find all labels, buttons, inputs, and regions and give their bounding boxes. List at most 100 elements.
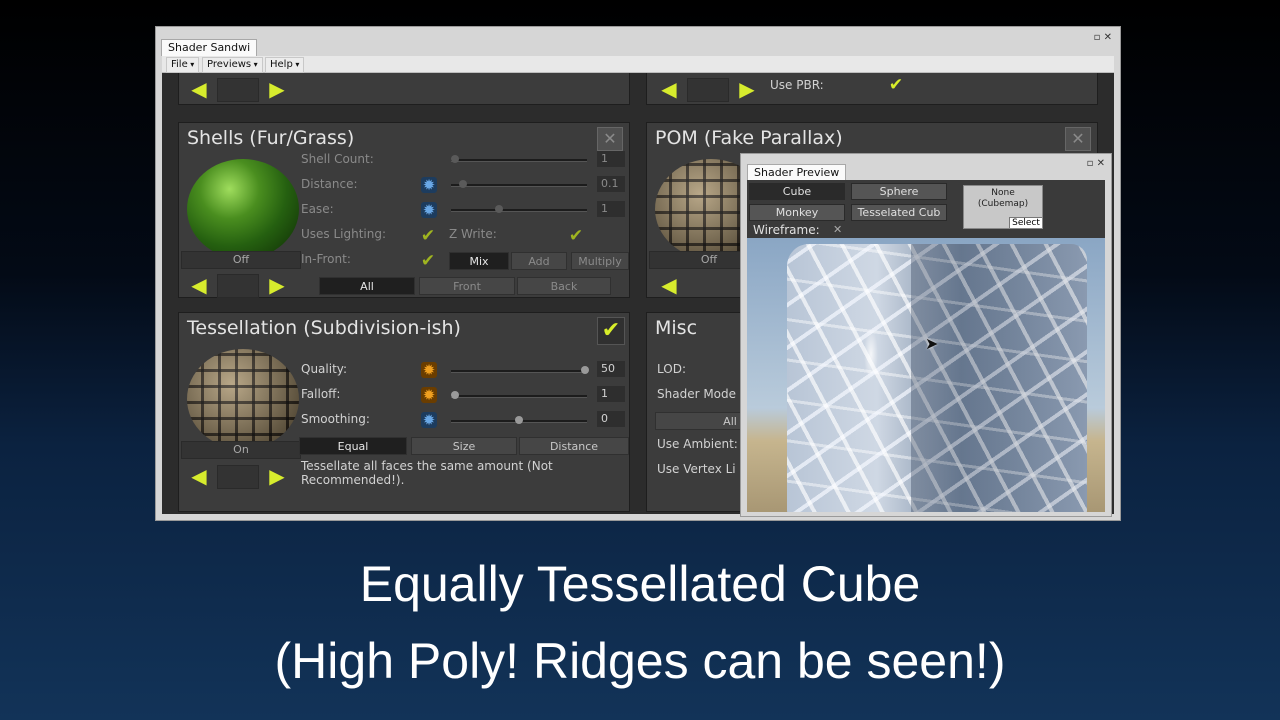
caption-line-2: (High Poly! Ridges can be seen!) (274, 633, 1006, 689)
panel-shells: Shells (Fur/Grass) ✕ Off Shell Count: 1 … (178, 122, 630, 298)
preview-viewport[interactable]: ➤ (747, 238, 1105, 512)
uses-lighting-check-icon[interactable]: ✔ (419, 227, 437, 245)
faces-front-button[interactable]: Front (419, 277, 515, 295)
arrow-right-icon[interactable]: ▶ (729, 78, 765, 100)
falloff-slider[interactable] (451, 395, 587, 398)
in-front-check-icon[interactable]: ✔ (419, 252, 437, 270)
ease-slider[interactable] (451, 209, 587, 212)
shader-preview-tab[interactable]: Shader Preview (747, 164, 847, 181)
faces-all-button[interactable]: All (319, 277, 415, 295)
close-icon[interactable]: ✕ (1065, 127, 1091, 151)
arrow-right-icon[interactable]: ▶ (259, 465, 295, 487)
panel-top-right: ◀ ▶ Use PBR: ✔ (646, 73, 1098, 105)
arrow-slot (687, 78, 729, 102)
arrow-slot (217, 465, 259, 489)
tess-distance-button[interactable]: Distance (519, 437, 629, 455)
ease-value[interactable]: 1 (597, 201, 625, 217)
blend-mix-button[interactable]: Mix (449, 252, 509, 270)
arrow-left-icon[interactable]: ◀ (181, 274, 217, 296)
arrow-left-icon[interactable]: ◀ (651, 78, 687, 100)
mouse-cursor-icon: ➤ (925, 334, 939, 353)
falloff-value[interactable]: 1 (597, 386, 625, 402)
menu-file[interactable]: File (166, 57, 200, 73)
shells-preview-sphere (187, 159, 299, 259)
preview-toolbar: Cube Sphere Monkey Tesselated Cub None (… (747, 180, 1105, 238)
use-vertex-lights-label: Use Vertex Li (657, 462, 736, 476)
tessellation-description: Tessellate all faces the same amount (No… (301, 459, 553, 487)
shell-count-label: Shell Count: (301, 152, 374, 166)
arrow-left-icon[interactable]: ◀ (181, 465, 217, 487)
arrow-left-icon[interactable]: ◀ (651, 274, 687, 296)
slider-knob[interactable] (495, 205, 503, 213)
tessellation-enabled-check-icon[interactable]: ✔ (597, 317, 625, 345)
use-ambient-label: Use Ambient: (657, 437, 738, 451)
arrow-right-icon[interactable]: ▶ (259, 78, 295, 100)
lod-label: LOD: (657, 362, 686, 376)
ease-label: Ease: (301, 202, 334, 216)
faces-back-button[interactable]: Back (517, 277, 611, 295)
cubemap-select-button[interactable]: Select (1009, 217, 1042, 228)
in-front-label: In-Front: (301, 252, 351, 266)
gear-icon[interactable]: ✹ (421, 177, 437, 193)
shape-sphere-button[interactable]: Sphere (851, 183, 947, 200)
shape-tesselated-cube-button[interactable]: Tesselated Cub (851, 204, 947, 221)
tessellation-title: Tessellation (Subdivision-ish) (187, 317, 461, 339)
caption-line-1: Equally Tessellated Cube (359, 556, 921, 612)
shells-preview-label[interactable]: Off (181, 251, 301, 269)
shape-cube-button[interactable]: Cube (749, 183, 845, 200)
window-tab[interactable]: Shader Sandwi (161, 39, 258, 56)
smoothing-value[interactable]: 0 (597, 411, 625, 427)
use-pbr-label: Use PBR: (770, 78, 824, 92)
misc-title: Misc (655, 317, 698, 339)
close-icon[interactable]: ✕ (597, 127, 623, 151)
distance-slider[interactable] (451, 184, 587, 187)
gear-icon[interactable]: ✹ (421, 387, 437, 403)
cubemap-label-text: (Cubemap) (977, 199, 1029, 209)
distance-value[interactable]: 0.1 (597, 176, 625, 192)
gear-icon[interactable]: ✹ (421, 412, 437, 428)
slider-knob[interactable] (451, 155, 459, 163)
arrow-right-icon[interactable]: ▶ (259, 274, 295, 296)
panel-top-left: ◀ ▶ (178, 73, 630, 105)
shape-monkey-button[interactable]: Monkey (749, 204, 845, 221)
cubemap-none-text: None (991, 188, 1015, 198)
quality-slider[interactable] (451, 370, 587, 373)
blend-multiply-button[interactable]: Multiply (571, 252, 629, 270)
menu-bar: File Previews Help (162, 56, 1114, 73)
menu-previews[interactable]: Previews (202, 57, 263, 73)
cubemap-field[interactable]: None (Cubemap) Select (963, 185, 1043, 229)
window-controls[interactable]: ▫ ✕ (1094, 33, 1112, 43)
tess-equal-button[interactable]: Equal (299, 437, 407, 455)
slider-knob[interactable] (451, 391, 459, 399)
falloff-label: Falloff: (301, 387, 341, 401)
use-pbr-check-icon[interactable]: ✔ (887, 76, 905, 94)
shell-count-value[interactable]: 1 (597, 151, 625, 167)
quality-value[interactable]: 50 (597, 361, 625, 377)
uses-lighting-label: Uses Lighting: (301, 227, 387, 241)
arrow-left-icon[interactable]: ◀ (181, 78, 217, 100)
z-write-check-icon[interactable]: ✔ (567, 227, 585, 245)
pom-title: POM (Fake Parallax) (655, 127, 843, 149)
shader-model-label: Shader Mode (657, 387, 737, 401)
arrow-slot (217, 78, 259, 102)
tess-size-button[interactable]: Size (411, 437, 517, 455)
quality-label: Quality: (301, 362, 348, 376)
shell-count-slider[interactable] (451, 159, 587, 162)
slider-knob[interactable] (581, 366, 589, 374)
gear-icon[interactable]: ✹ (421, 202, 437, 218)
gear-icon[interactable]: ✹ (421, 362, 437, 378)
blend-add-button[interactable]: Add (511, 252, 567, 270)
preview-window-controls[interactable]: ▫ ✕ (1087, 159, 1105, 169)
tessellation-preview-label[interactable]: On (181, 441, 301, 459)
menu-help[interactable]: Help (265, 57, 305, 73)
slider-knob[interactable] (515, 416, 523, 424)
distance-label: Distance: (301, 177, 358, 191)
shells-title: Shells (Fur/Grass) (187, 127, 355, 149)
wireframe-toggle-icon[interactable]: ✕ (833, 223, 842, 236)
arrow-slot (217, 274, 259, 298)
cube-shadow (911, 244, 1087, 512)
tessellation-preview-sphere (187, 349, 299, 449)
z-write-label: Z Write: (449, 227, 497, 241)
wireframe-label: Wireframe: (753, 223, 820, 237)
slider-knob[interactable] (459, 180, 467, 188)
